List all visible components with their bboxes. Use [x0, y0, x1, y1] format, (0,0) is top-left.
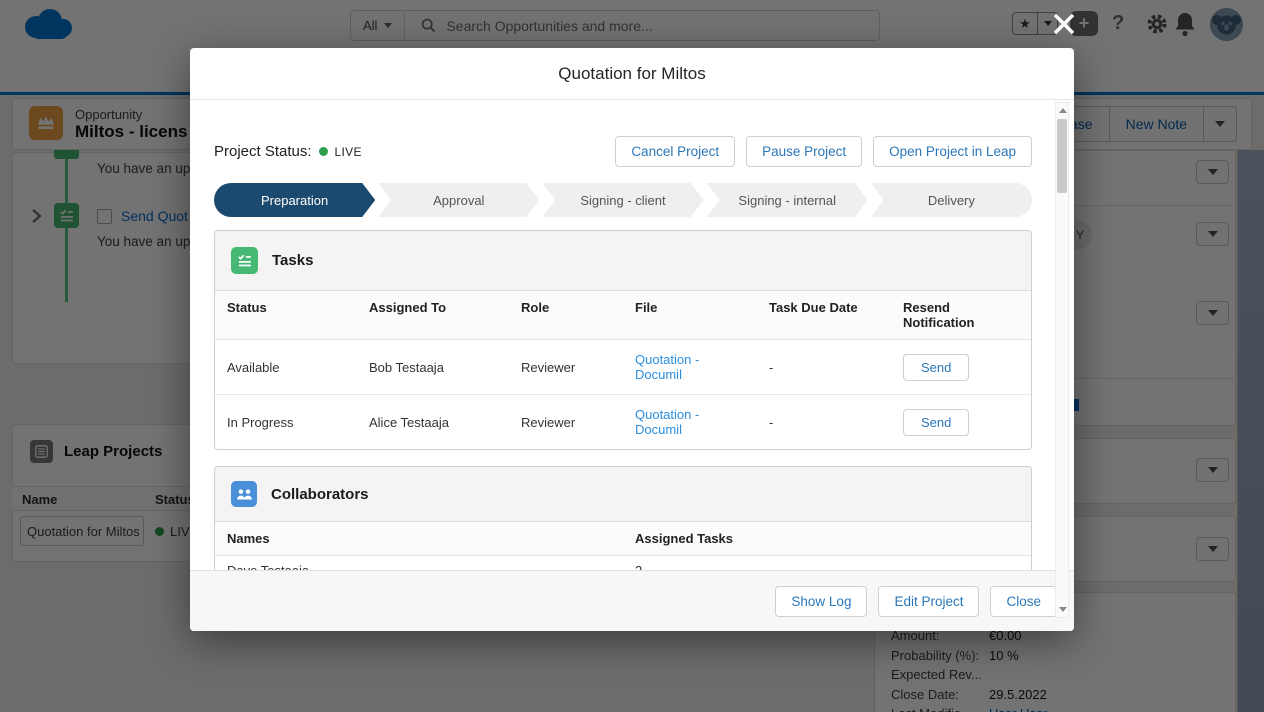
- edit-project-button[interactable]: Edit Project: [878, 586, 979, 617]
- cancel-project-button[interactable]: Cancel Project: [615, 136, 735, 167]
- tasks-section-header: Tasks: [215, 231, 1031, 291]
- task-role: Reviewer: [509, 395, 623, 449]
- open-project-in-leap-button[interactable]: Open Project in Leap: [873, 136, 1032, 167]
- project-status-label: Project Status:: [214, 143, 312, 160]
- column-task-due-date: Task Due Date: [757, 291, 891, 339]
- tasks-section: Tasks Status Assigned To Role File Task …: [214, 230, 1032, 450]
- modal-scrollbar[interactable]: [1055, 102, 1069, 618]
- salesforce-page: All Search Opportunities and more... ★ +…: [0, 0, 1264, 712]
- scroll-down-arrow[interactable]: [1059, 607, 1067, 612]
- column-role: Role: [509, 291, 623, 339]
- pause-project-button[interactable]: Pause Project: [746, 136, 862, 167]
- collaborator-row: Dave Testaaja 2: [215, 556, 1031, 570]
- column-resend-notification: Resend Notification: [891, 291, 1031, 339]
- collaborators-title: Collaborators: [271, 486, 369, 503]
- dialog-body: Project Status: LIVE Cancel Project Paus…: [190, 100, 1074, 570]
- task-row: Available Bob Testaaja Reviewer Quotatio…: [215, 340, 1031, 395]
- task-status: In Progress: [215, 395, 357, 449]
- task-due-date: -: [757, 395, 891, 449]
- task-assigned-to: Alice Testaaja: [357, 395, 509, 449]
- tasks-icon: [231, 247, 258, 274]
- column-assigned-tasks: Assigned Tasks: [623, 522, 1031, 555]
- dialog-footer: Show Log Edit Project Close: [190, 570, 1074, 631]
- path-step-delivery[interactable]: Delivery: [871, 183, 1032, 217]
- collaborator-name: Dave Testaaja: [215, 556, 623, 570]
- path-step-preparation[interactable]: Preparation: [214, 183, 375, 217]
- column-status: Status: [215, 291, 357, 339]
- collaborators-icon: [231, 481, 257, 507]
- close-button[interactable]: Close: [990, 586, 1057, 617]
- scroll-up-arrow[interactable]: [1059, 108, 1067, 113]
- task-role: Reviewer: [509, 340, 623, 394]
- task-assigned-to: Bob Testaaja: [357, 340, 509, 394]
- task-row: In Progress Alice Testaaja Reviewer Quot…: [215, 395, 1031, 449]
- task-file-link[interactable]: Quotation - Documil: [623, 340, 757, 394]
- send-notification-button[interactable]: Send: [903, 354, 969, 381]
- task-due-date: -: [757, 340, 891, 394]
- path-step-signing-internal[interactable]: Signing - internal: [707, 183, 868, 217]
- project-stage-path: Preparation Approval Signing - client Si…: [214, 183, 1032, 217]
- path-step-approval[interactable]: Approval: [378, 183, 539, 217]
- show-log-button[interactable]: Show Log: [775, 586, 867, 617]
- column-names: Names: [215, 522, 623, 555]
- task-file-link[interactable]: Quotation - Documil: [623, 395, 757, 449]
- tasks-table-header: Status Assigned To Role File Task Due Da…: [215, 291, 1031, 340]
- project-dialog: Quotation for Miltos Project Status: LIV…: [190, 48, 1074, 631]
- scrollbar-thumb[interactable]: [1057, 119, 1067, 193]
- path-step-signing-client[interactable]: Signing - client: [542, 183, 703, 217]
- dialog-title: Quotation for Miltos: [558, 64, 705, 84]
- column-assigned-to: Assigned To: [357, 291, 509, 339]
- modal-close-icon[interactable]: [1051, 11, 1077, 37]
- send-notification-button[interactable]: Send: [903, 409, 969, 436]
- collaborators-section-header: Collaborators: [215, 467, 1031, 522]
- tasks-title: Tasks: [272, 252, 313, 269]
- column-file: File: [623, 291, 757, 339]
- dialog-header: Quotation for Miltos: [190, 48, 1074, 100]
- project-status-value: LIVE: [335, 145, 362, 159]
- collaborator-task-count: 2: [623, 556, 1031, 570]
- task-status: Available: [215, 340, 357, 394]
- live-status-dot-icon: [319, 147, 328, 156]
- collaborators-table-header: Names Assigned Tasks: [215, 522, 1031, 556]
- collaborators-section: Collaborators Names Assigned Tasks Dave …: [214, 466, 1032, 570]
- project-status-row: Project Status: LIVE Cancel Project Paus…: [214, 136, 1032, 167]
